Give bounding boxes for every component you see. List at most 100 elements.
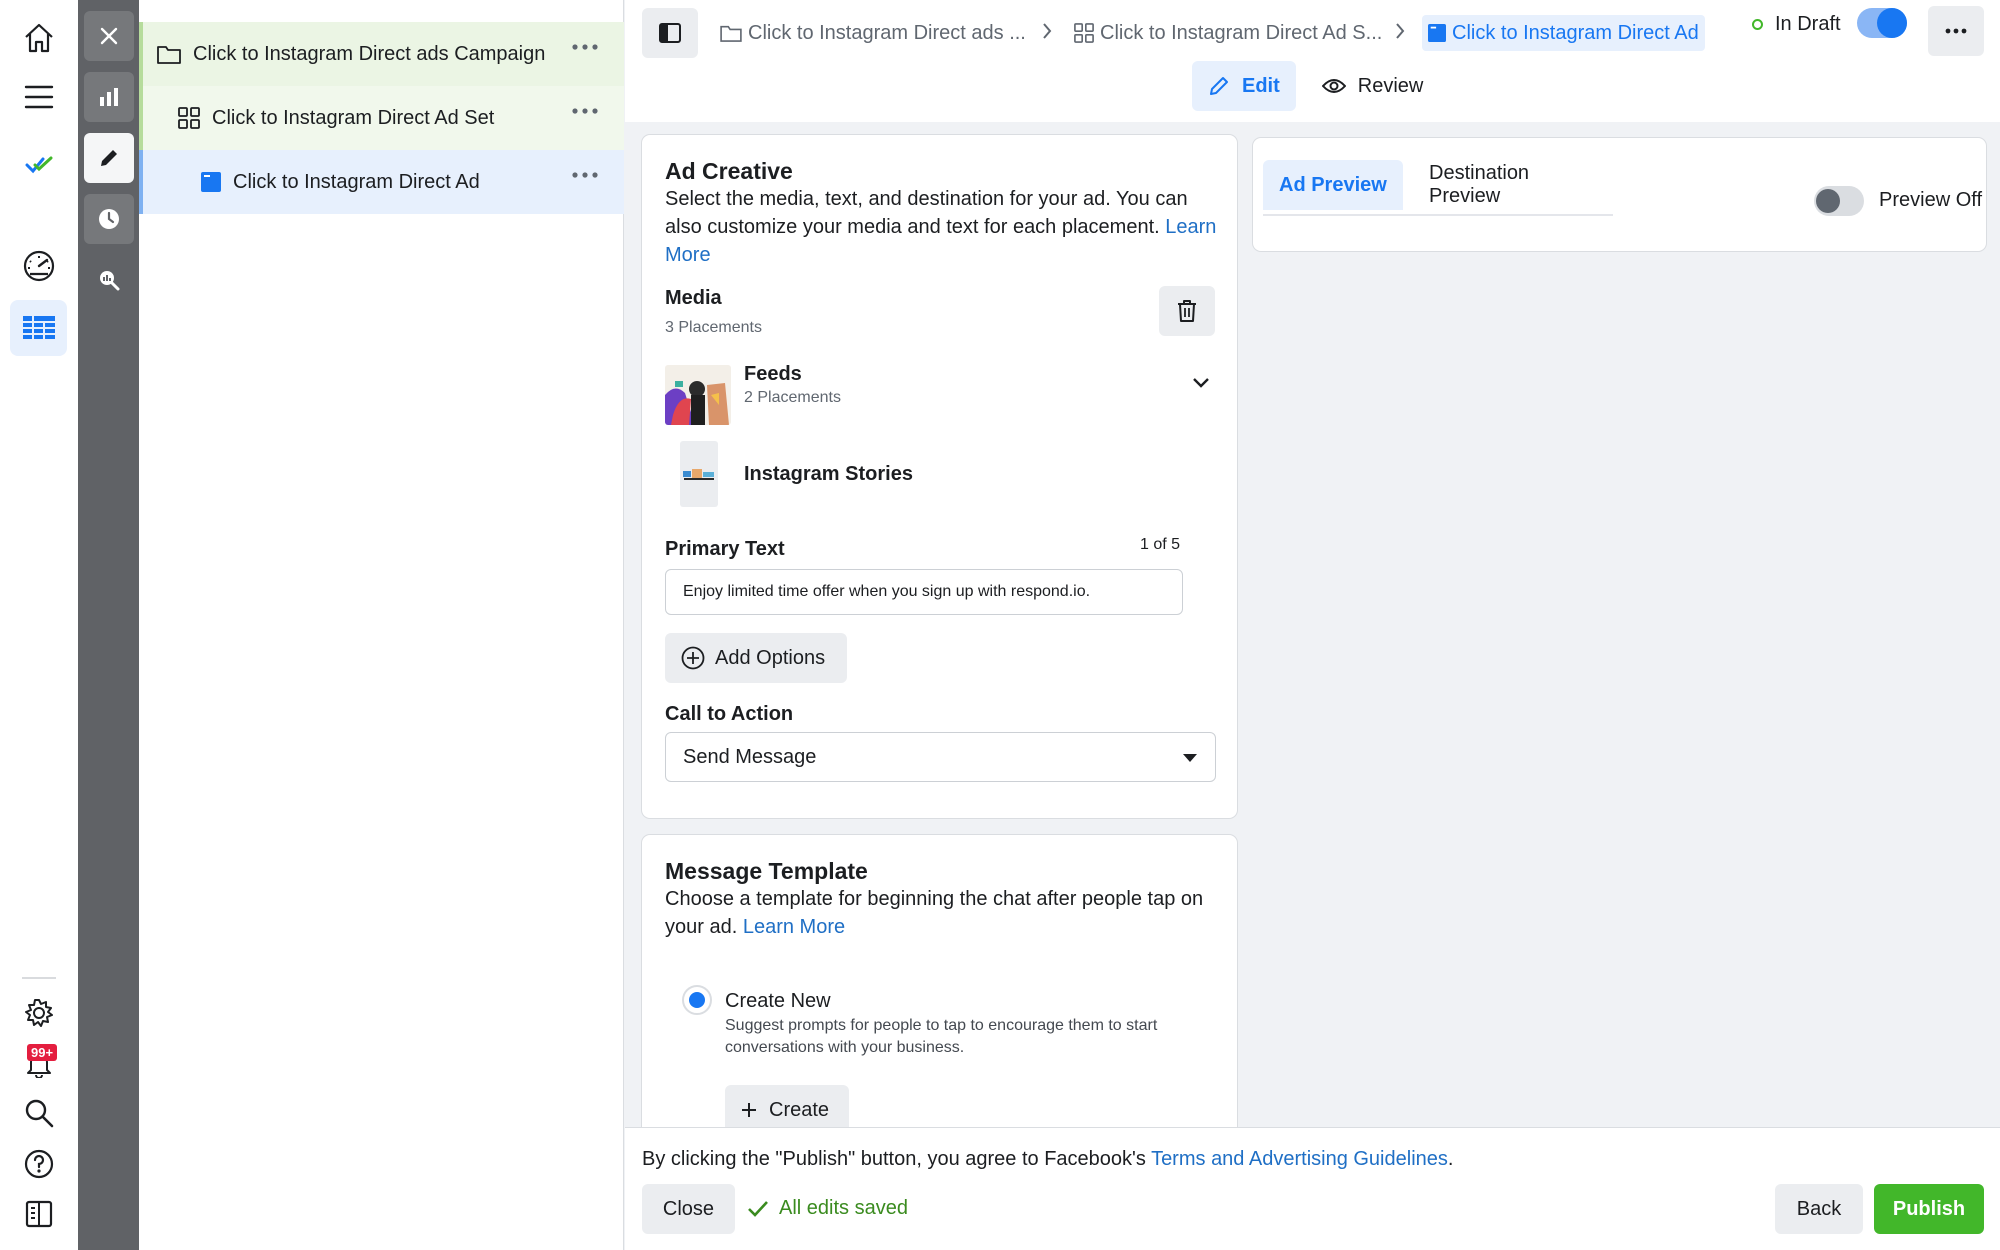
tree-item-ad[interactable]: Click to Instagram Direct Ad [139, 150, 624, 214]
primary-text-label: Primary Text [665, 538, 785, 560]
plus-circle-icon [681, 646, 705, 670]
campaign-tree-panel: Click to Instagram Direct ads Campaign C… [139, 0, 624, 1250]
breadcrumb-campaign-label: Click to Instagram Direct ads ... [748, 21, 1026, 44]
search-icon[interactable] [10, 1085, 67, 1141]
save-status-label: All edits saved [779, 1197, 908, 1219]
publish-agreement-end: . [1447, 1148, 1454, 1170]
editor-topbar: Click to Instagram Direct ads ... Click … [625, 0, 2000, 122]
message-template-title: Message Template [665, 858, 868, 884]
publish-button[interactable]: Publish [1874, 1184, 1984, 1234]
tab-destination-preview[interactable]: Destination Preview [1413, 160, 1613, 210]
message-template-description: Choose a template for beginning the chat… [665, 885, 1225, 941]
primary-text-count: 1 of 5 [1140, 536, 1181, 553]
collapse-sidebar-icon[interactable] [10, 1186, 67, 1242]
tab-ad-preview[interactable]: Ad Preview [1263, 160, 1403, 210]
terms-link[interactable]: Terms and Advertising Guidelines [1151, 1148, 1448, 1170]
tree-item-adset[interactable]: Click to Instagram Direct Ad Set [139, 86, 624, 150]
ad-creative-card: Ad Creative Select the media, text, and … [642, 135, 1237, 818]
meta-checkmark-icon[interactable] [10, 137, 67, 193]
breadcrumb-ad-label: Click to Instagram Direct Ad [1452, 21, 1699, 44]
add-options-button[interactable]: Add Options [665, 633, 848, 683]
ad-icon [201, 172, 221, 192]
ad-creative-description: Select the media, text, and destination … [665, 185, 1225, 269]
rail-divider [22, 977, 56, 979]
tree-ad-label: Click to Instagram Direct Ad [233, 170, 480, 193]
pencil-icon [1208, 75, 1230, 97]
create-new-title: Create New [725, 990, 831, 1012]
close-button[interactable]: Close [642, 1184, 735, 1234]
editor-main: Click to Instagram Direct ads ... Click … [625, 0, 2000, 1250]
bar-chart-icon[interactable] [84, 72, 134, 122]
tree-item-campaign[interactable]: Click to Instagram Direct ads Campaign [139, 22, 624, 86]
grid-icon [1074, 23, 1094, 43]
app-rail: 99+ [0, 0, 78, 1250]
draft-status: In Draft [1752, 13, 1841, 36]
folder-icon [157, 44, 181, 64]
inspect-search-icon[interactable] [84, 255, 134, 305]
eye-icon [1321, 77, 1346, 95]
close-icon[interactable] [84, 11, 134, 61]
media-placements: 3 Placements [665, 319, 762, 336]
tree-adset-label: Click to Instagram Direct Ad Set [212, 106, 495, 129]
stories-media-thumbnail[interactable] [680, 441, 718, 507]
breadcrumb-adset-label: Click to Instagram Direct Ad S... [1100, 21, 1383, 44]
history-clock-icon[interactable] [84, 194, 134, 244]
mode-tabs: Edit Review [1192, 61, 1449, 111]
call-to-action-select[interactable]: Send Message [665, 732, 1216, 782]
more-actions-button[interactable] [1928, 6, 1984, 56]
more-options-icon[interactable] [572, 108, 598, 114]
status-toggle[interactable] [1857, 8, 1907, 38]
more-options-icon[interactable] [572, 44, 598, 50]
learn-more-link[interactable]: Learn More [743, 916, 845, 938]
plus-icon [741, 1102, 757, 1118]
more-options-icon[interactable] [572, 172, 598, 178]
settings-gear-icon[interactable] [10, 985, 67, 1041]
chevron-right-icon [1395, 22, 1405, 40]
breadcrumb-adset[interactable]: Click to Instagram Direct Ad S... [1074, 15, 1382, 51]
preview-card: Ad Preview Destination Preview Preview O… [1253, 138, 1986, 251]
message-template-card: Message Template Choose a template for b… [642, 835, 1237, 1135]
preview-toggle[interactable] [1814, 186, 1864, 216]
help-icon[interactable] [10, 1136, 67, 1192]
chevron-right-icon [1042, 22, 1052, 40]
edit-pencil-icon[interactable] [84, 133, 134, 183]
tab-review-label: Review [1357, 74, 1424, 97]
breadcrumb-ad[interactable]: Click to Instagram Direct Ad [1422, 15, 1705, 51]
grid-icon [178, 107, 200, 129]
feeds-title: Feeds [744, 363, 802, 385]
publish-agreement-text: By clicking the "Publish" button, you ag… [642, 1148, 1146, 1170]
feeds-media-thumbnail[interactable] [665, 365, 731, 425]
save-status: All edits saved [747, 1197, 908, 1220]
tab-edit[interactable]: Edit [1192, 61, 1296, 111]
ad-creative-description-text: Select the media, text, and destination … [665, 188, 1188, 238]
trash-icon [1176, 299, 1198, 323]
create-new-description: Suggest prompts for people to tap to enc… [725, 1017, 1158, 1056]
add-options-label: Add Options [715, 646, 826, 669]
preview-toggle-label: Preview Off [1879, 189, 1982, 211]
ad-icon [1428, 24, 1446, 42]
breadcrumb-campaign[interactable]: Click to Instagram Direct ads ... [720, 15, 1026, 51]
primary-text-field[interactable]: Enjoy limited time offer when you sign u… [665, 569, 1183, 615]
caret-down-icon [1183, 754, 1197, 762]
create-template-label: Create [769, 1098, 830, 1121]
create-new-radio[interactable] [682, 985, 712, 1015]
home-icon[interactable] [10, 10, 67, 66]
toggle-panel-button[interactable] [642, 8, 698, 58]
editor-tool-strip [78, 0, 139, 1250]
feeds-placements: 2 Placements [744, 389, 841, 406]
media-title: Media [665, 287, 722, 309]
status-dot [1752, 19, 1763, 30]
ad-creative-title: Ad Creative [665, 158, 793, 184]
menu-icon[interactable] [10, 69, 67, 125]
chevron-down-icon[interactable] [1192, 377, 1210, 389]
draft-status-label: In Draft [1775, 13, 1841, 35]
ads-manager-table-icon[interactable] [10, 300, 67, 356]
tab-review[interactable]: Review [1306, 61, 1440, 111]
delete-media-button[interactable] [1159, 286, 1215, 336]
tree-campaign-label: Click to Instagram Direct ads Campaign [193, 42, 546, 65]
notifications-badge: 99+ [27, 1044, 58, 1061]
tab-edit-label: Edit [1242, 74, 1280, 97]
back-button[interactable]: Back [1775, 1184, 1863, 1234]
call-to-action-label: Call to Action [665, 703, 794, 725]
dashboard-gauge-icon[interactable] [10, 238, 67, 294]
